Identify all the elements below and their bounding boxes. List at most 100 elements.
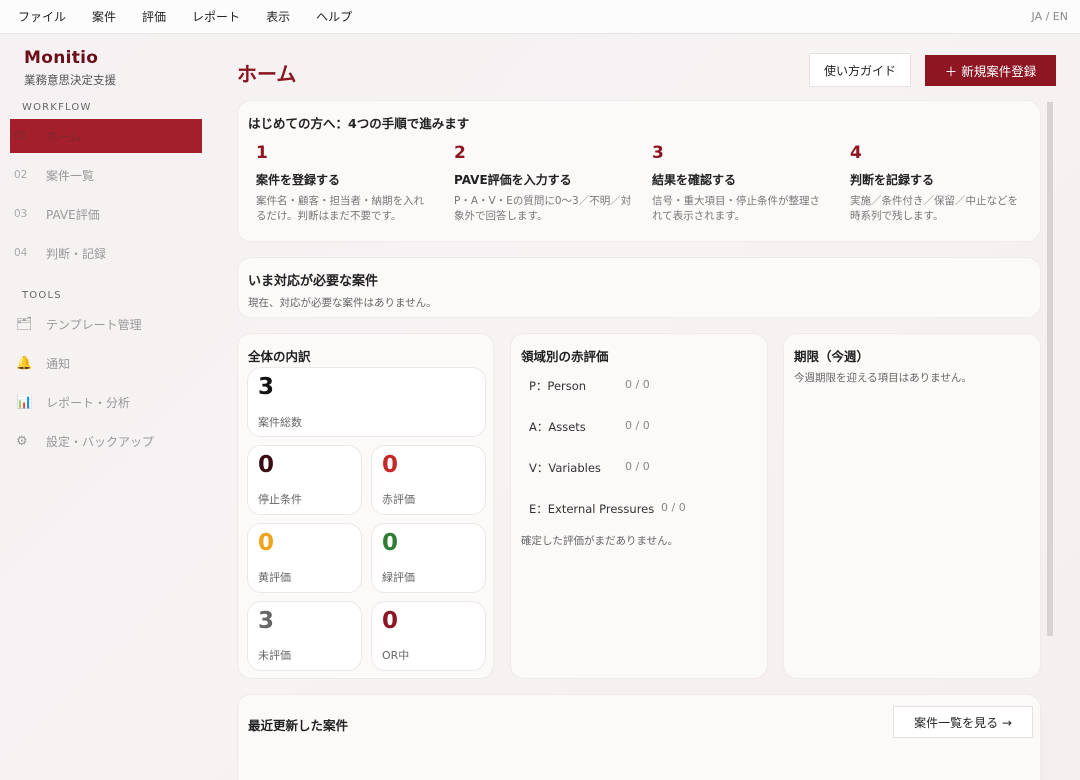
domain-count: 0 / 0 <box>625 460 650 473</box>
sidebar-item-label: PAVE評価 <box>46 207 100 222</box>
page-title: ホーム <box>237 62 297 86</box>
domain-count: 0 / 0 <box>661 501 686 514</box>
stat-value: 3 <box>258 374 275 400</box>
intro-card: はじめての方へ：4つの手順で進みます 1 案件を登録する 案件名・顧客・担当者・… <box>237 100 1041 242</box>
step-number: 2 <box>454 143 466 163</box>
stat-value: 0 <box>258 452 275 478</box>
sidebar-item-label: 通知 <box>46 356 71 371</box>
intro-title: はじめての方へ：4つの手順で進みます <box>248 116 470 131</box>
sidebar-item-label: レポート・分析 <box>46 395 131 410</box>
sidebar-item-notifications[interactable]: 🔔 通知 <box>10 346 202 380</box>
deadline-card: 期限（今週） 今週期限を迎える項目はありません。 <box>783 333 1041 679</box>
step-description: 案件名・顧客・担当者・納期を入れるだけ。判断はまだ不要です。 <box>256 195 424 222</box>
stat-stop-condition: 0 停止条件 <box>247 445 362 515</box>
stat-label: 緑評価 <box>382 571 415 584</box>
domain-card: 領域別の赤評価 P：Person 0 / 0 A：Assets 0 / 0 V：… <box>510 333 768 679</box>
breakdown-title: 全体の内訳 <box>248 349 311 364</box>
menu-evaluation[interactable]: 評価 <box>124 8 166 25</box>
sidebar-item-label: 設定・バックアップ <box>46 434 155 449</box>
stat-label: 未評価 <box>258 649 291 662</box>
view-case-list-button[interactable]: 案件一覧を見る → <box>893 706 1033 738</box>
sidebar-item-settings[interactable]: ⚙ 設定・バックアップ <box>10 424 202 458</box>
stat-label: OR中 <box>382 649 410 662</box>
domain-row-p: P：Person 0 / 0 <box>529 378 650 394</box>
nav-number: 01 <box>14 130 28 142</box>
menu-file[interactable]: ファイル <box>0 8 66 25</box>
gear-icon: ⚙ <box>16 433 28 449</box>
stat-value: 0 <box>382 452 399 478</box>
step-title: 案件を登録する <box>256 173 341 187</box>
step-title: PAVE評価を入力する <box>454 173 572 187</box>
brand-logo: Monitio <box>24 48 99 68</box>
domain-empty: 確定した評価がまだありません。 <box>521 535 679 547</box>
new-case-button[interactable]: ＋ 新規案件登録 <box>925 55 1056 86</box>
menu-report[interactable]: レポート <box>174 8 240 25</box>
guide-button[interactable]: 使い方ガイド <box>809 53 911 87</box>
main-content: はじめての方へ：4つの手順で進みます 1 案件を登録する 案件名・顧客・担当者・… <box>237 100 1053 780</box>
action-needed-empty: 現在、対応が必要な案件はありません。 <box>248 297 437 309</box>
menu-help[interactable]: ヘルプ <box>298 8 352 25</box>
stat-value: 0 <box>382 608 399 634</box>
sidebar-item-pave[interactable]: 03 PAVE評価 <box>10 197 202 231</box>
menu-cases[interactable]: 案件 <box>74 8 116 25</box>
main-scrollbar[interactable] <box>1047 102 1053 636</box>
domain-row-v: V：Variables 0 / 0 <box>529 460 650 476</box>
step-description: 信号・重大項目・停止条件が整理されて表示されます。 <box>652 195 820 222</box>
nav-number: 04 <box>14 247 28 259</box>
step-number: 4 <box>850 143 862 163</box>
sidebar-item-home[interactable]: 01 ホーム <box>10 119 202 153</box>
menubar: ファイル 案件 評価 レポート 表示 ヘルプ JA / EN <box>0 0 1080 34</box>
recent-title: 最近更新した案件 <box>248 718 349 733</box>
stat-label: 案件総数 <box>258 416 302 429</box>
domain-count: 0 / 0 <box>625 419 650 432</box>
brand-subtitle: 業務意思決定支援 <box>24 73 116 87</box>
tools-section-title: TOOLS <box>22 290 62 301</box>
stat-value: 3 <box>258 608 275 634</box>
stat-label: 停止条件 <box>258 493 302 506</box>
stat-label: 赤評価 <box>382 493 415 506</box>
language-switch[interactable]: JA / EN <box>1032 10 1068 23</box>
stat-yellow: 0 黄評価 <box>247 523 362 593</box>
step-title: 判断を記録する <box>850 173 935 187</box>
deadline-title: 期限（今週） <box>794 349 870 364</box>
domain-count: 0 / 0 <box>625 378 650 391</box>
breakdown-card: 全体の内訳 3 案件総数 0 停止条件 0 赤評価 0 黄評価 0 緑評価 3 … <box>237 333 494 679</box>
step-number: 1 <box>256 143 268 163</box>
sidebar-item-label: 判断・記録 <box>46 246 107 261</box>
deadline-empty: 今週期限を迎える項目はありません。 <box>794 372 972 384</box>
domain-label: A：Assets <box>529 420 586 434</box>
step-title: 結果を確認する <box>652 173 737 187</box>
nav-number: 03 <box>14 208 28 220</box>
bell-icon: 🔔 <box>16 355 33 371</box>
domain-title: 領域別の赤評価 <box>521 349 609 364</box>
folder-icon: 🗂 <box>16 316 33 332</box>
stat-red: 0 赤評価 <box>371 445 486 515</box>
stat-unevaluated: 3 未評価 <box>247 601 362 671</box>
chart-icon: 📊 <box>16 394 33 410</box>
stat-total: 3 案件総数 <box>247 367 486 437</box>
sidebar-item-decision[interactable]: 04 判断・記録 <box>10 236 202 270</box>
domain-label: V：Variables <box>529 461 601 475</box>
sidebar-item-label: ホーム <box>46 129 82 144</box>
domain-label: P：Person <box>529 379 587 393</box>
stat-or: 0 OR中 <box>371 601 486 671</box>
action-needed-title: いま対応が必要な案件 <box>248 274 379 289</box>
domain-row-a: A：Assets 0 / 0 <box>529 419 650 435</box>
sidebar-item-case-list[interactable]: 02 案件一覧 <box>10 158 202 192</box>
menu-view[interactable]: 表示 <box>248 8 290 25</box>
stat-label: 黄評価 <box>258 571 291 584</box>
domain-row-e: E：External Pressures 0 / 0 <box>529 501 686 517</box>
nav-number: 02 <box>14 169 28 181</box>
step-description: P・A・V・Eの質問に0〜3／不明／対象外で回答します。 <box>454 195 632 222</box>
sidebar-item-label: テンプレート管理 <box>46 317 142 332</box>
action-needed-card: いま対応が必要な案件 現在、対応が必要な案件はありません。 <box>237 257 1041 318</box>
step-description: 実施／条件付き／保留／中止などを時系列で残します。 <box>850 195 1018 222</box>
stat-value: 0 <box>258 530 275 556</box>
sidebar-item-reports[interactable]: 📊 レポート・分析 <box>10 385 202 419</box>
sidebar-item-label: 案件一覧 <box>46 168 95 183</box>
stat-value: 0 <box>382 530 399 556</box>
recent-card: 最近更新した案件 案件一覧を見る → <box>237 694 1041 780</box>
sidebar-item-templates[interactable]: 🗂 テンプレート管理 <box>10 307 202 341</box>
sidebar: Monitio 業務意思決定支援 WORKFLOW 01 ホーム 02 案件一覧… <box>0 34 212 780</box>
step-number: 3 <box>652 143 664 163</box>
